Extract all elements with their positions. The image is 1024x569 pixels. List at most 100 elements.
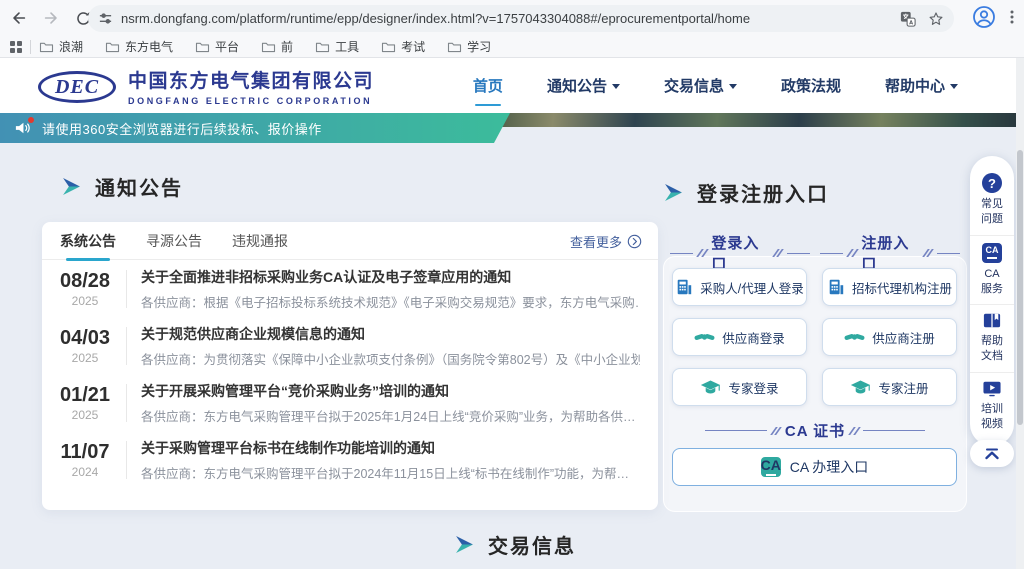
folder-icon bbox=[261, 41, 276, 53]
notice-year: 2025 bbox=[52, 351, 118, 365]
url-text[interactable]: nsrm.dongfang.com/platform/runtime/epp/d… bbox=[121, 11, 892, 26]
chevron-down-icon bbox=[612, 84, 620, 89]
speaker-icon bbox=[14, 120, 32, 136]
notice-excerpt: 各供应商：东方电气采购管理平台拟于2025年1月24日上线“竞价采购”业务，为帮… bbox=[141, 406, 640, 425]
back-icon bbox=[10, 9, 28, 27]
notice-item[interactable]: 04/032025 关于规范供应商企业规模信息的通知各供应商：为贯彻落实《保障中… bbox=[42, 317, 658, 374]
bookmark-star-icon[interactable] bbox=[928, 11, 944, 27]
supplier-register-button[interactable]: 供应商注册 bbox=[822, 318, 957, 356]
notice-item[interactable]: 01/212025 关于开展采购管理平台“竞价采购业务”培训的通知各供应商：东方… bbox=[42, 374, 658, 431]
trade-section-title: 交易信息 bbox=[455, 530, 576, 559]
bookmark-folder-pingtai[interactable]: 平台 bbox=[195, 38, 239, 55]
divider bbox=[126, 270, 127, 308]
organization-icon bbox=[827, 278, 845, 296]
folder-icon bbox=[447, 41, 462, 53]
company-name-en: DONGFANG ELECTRIC CORPORATION bbox=[128, 96, 374, 106]
view-more-link[interactable]: 查看更多 bbox=[570, 222, 642, 260]
supplier-login-button[interactable]: 供应商登录 bbox=[672, 318, 807, 356]
notice-date: 04/03 bbox=[52, 327, 118, 350]
main-nav: 首页 通知公告 交易信息 政策法规 帮助中心 bbox=[473, 58, 958, 113]
back-button[interactable] bbox=[6, 5, 32, 31]
collapse-sidebar-button[interactable] bbox=[970, 440, 1014, 467]
notice-date: 08/28 bbox=[52, 270, 118, 293]
expert-register-button[interactable]: 专家注册 bbox=[822, 368, 957, 406]
site-header: DEC 中国东方电气集团有限公司 DONGFANG ELECTRIC CORPO… bbox=[0, 58, 1024, 113]
sidebar-item-faq[interactable]: ? 常见 问题 bbox=[970, 166, 1014, 235]
notice-title-link[interactable]: 关于开展采购管理平台“竞价采购业务”培训的通知 bbox=[141, 381, 640, 401]
bookmarks-separator bbox=[30, 40, 31, 54]
bookmark-folder-kaoshi[interactable]: 考试 bbox=[381, 38, 425, 55]
folder-icon bbox=[39, 41, 54, 53]
divider bbox=[126, 327, 127, 365]
tab-system-notices[interactable]: 系统公告 bbox=[60, 222, 116, 260]
section-arrow-icon bbox=[455, 536, 474, 553]
sidebar-item-help-docs[interactable]: 帮助 文档 bbox=[970, 304, 1014, 372]
handshake-icon bbox=[844, 329, 865, 345]
announcement-ticker[interactable]: 请使用360安全浏览器进行后续投标、报价操作 bbox=[0, 113, 510, 143]
nav-item-home[interactable]: 首页 bbox=[473, 71, 503, 100]
folder-icon bbox=[195, 41, 210, 53]
notice-tabs: 系统公告 寻源公告 违规通报 查看更多 bbox=[42, 222, 658, 260]
site-settings-icon[interactable] bbox=[98, 11, 113, 26]
nav-item-policies[interactable]: 政策法规 bbox=[781, 71, 841, 100]
handshake-icon bbox=[694, 329, 715, 345]
notice-section-title: 通知公告 bbox=[62, 172, 183, 201]
bookmark-folder-dongfang[interactable]: 东方电气 bbox=[105, 38, 173, 55]
question-icon: ? bbox=[982, 173, 1002, 193]
translate-icon[interactable] bbox=[900, 11, 916, 27]
notice-excerpt: 各供应商：为贯彻落实《保障中小企业款项支付条例》（国务院令第802号）及《中小企… bbox=[141, 349, 640, 368]
notice-item[interactable]: 08/282025 关于全面推进非招标采购业务CA认证及电子签章应用的通知各供应… bbox=[42, 260, 658, 317]
bookmark-folder-qian[interactable]: 前 bbox=[261, 38, 293, 55]
notice-year: 2025 bbox=[52, 408, 118, 422]
chevron-right-circle-icon bbox=[627, 234, 642, 249]
nav-item-help-center[interactable]: 帮助中心 bbox=[885, 71, 958, 100]
notice-title-link[interactable]: 关于规范供应商企业规模信息的通知 bbox=[141, 324, 640, 344]
company-name-cn: 中国东方电气集团有限公司 bbox=[128, 66, 374, 93]
ca-icon: CA bbox=[761, 457, 781, 477]
nav-item-notices[interactable]: 通知公告 bbox=[547, 71, 620, 100]
folder-icon bbox=[381, 41, 396, 53]
notice-excerpt: 各供应商：根据《电子招标投标系统技术规范》《电子采购交易规范》要求，东方电气采购… bbox=[141, 292, 640, 311]
notice-date: 01/21 bbox=[52, 384, 118, 407]
bookmark-folder-xuexi[interactable]: 学习 bbox=[447, 38, 491, 55]
expert-login-button[interactable]: 专家登录 bbox=[672, 368, 807, 406]
browser-chrome: nsrm.dongfang.com/platform/runtime/epp/d… bbox=[0, 0, 1024, 58]
sidebar-item-training-videos[interactable]: 培训 视频 bbox=[970, 372, 1014, 440]
bookmarks-bar: 浪潮 东方电气 平台 前 工具 考试 学习 bbox=[0, 36, 1024, 57]
notice-date: 11/07 bbox=[52, 441, 118, 464]
notice-item[interactable]: 11/072024 关于采购管理平台标书在线制作功能培训的通知各供应商：东方电气… bbox=[42, 431, 658, 488]
url-bar[interactable]: nsrm.dongfang.com/platform/runtime/epp/d… bbox=[88, 5, 954, 32]
forward-button[interactable] bbox=[38, 5, 64, 31]
forward-icon bbox=[42, 9, 60, 27]
dec-logo[interactable]: DEC bbox=[38, 71, 116, 103]
book-icon bbox=[982, 312, 1002, 330]
bookmark-folder-gongju[interactable]: 工具 bbox=[315, 38, 359, 55]
entry-section-title: 登录注册入口 bbox=[664, 178, 829, 207]
sidebar-item-ca-service[interactable]: CA CA 服务 bbox=[970, 235, 1014, 305]
notification-dot bbox=[28, 117, 34, 123]
browser-toolbar: nsrm.dongfang.com/platform/runtime/epp/d… bbox=[0, 0, 1024, 36]
section-arrow-icon bbox=[62, 178, 81, 195]
apps-grid-icon[interactable] bbox=[10, 41, 22, 53]
graduation-cap-icon bbox=[850, 379, 871, 396]
bookmark-folder-langchao[interactable]: 浪潮 bbox=[39, 38, 83, 55]
profile-avatar-icon[interactable] bbox=[972, 5, 996, 29]
chevron-down-icon bbox=[729, 84, 737, 89]
notice-year: 2025 bbox=[52, 294, 118, 308]
bid-agency-register-button[interactable]: 招标代理机构注册 bbox=[822, 268, 957, 306]
folder-icon bbox=[105, 41, 120, 53]
folder-icon bbox=[315, 41, 330, 53]
tab-violation-reports[interactable]: 违规通报 bbox=[232, 222, 288, 260]
video-icon bbox=[982, 380, 1002, 398]
nav-item-trade-info[interactable]: 交易信息 bbox=[664, 71, 737, 100]
scrollbar-thumb[interactable] bbox=[1017, 150, 1023, 425]
section-arrow-icon bbox=[664, 184, 683, 201]
menu-dots-icon[interactable] bbox=[1004, 9, 1020, 25]
notice-title-link[interactable]: 关于全面推进非招标采购业务CA认证及电子签章应用的通知 bbox=[141, 267, 640, 287]
ca-icon: CA bbox=[982, 243, 1002, 263]
buyer-agent-login-button[interactable]: 采购人/代理人登录 bbox=[672, 268, 807, 306]
ca-apply-button[interactable]: CA CA 办理入口 bbox=[672, 448, 957, 486]
tab-sourcing-notices[interactable]: 寻源公告 bbox=[146, 222, 202, 260]
ca-cert-header: CA 证书 bbox=[670, 420, 960, 441]
notice-title-link[interactable]: 关于采购管理平台标书在线制作功能培训的通知 bbox=[141, 438, 640, 458]
